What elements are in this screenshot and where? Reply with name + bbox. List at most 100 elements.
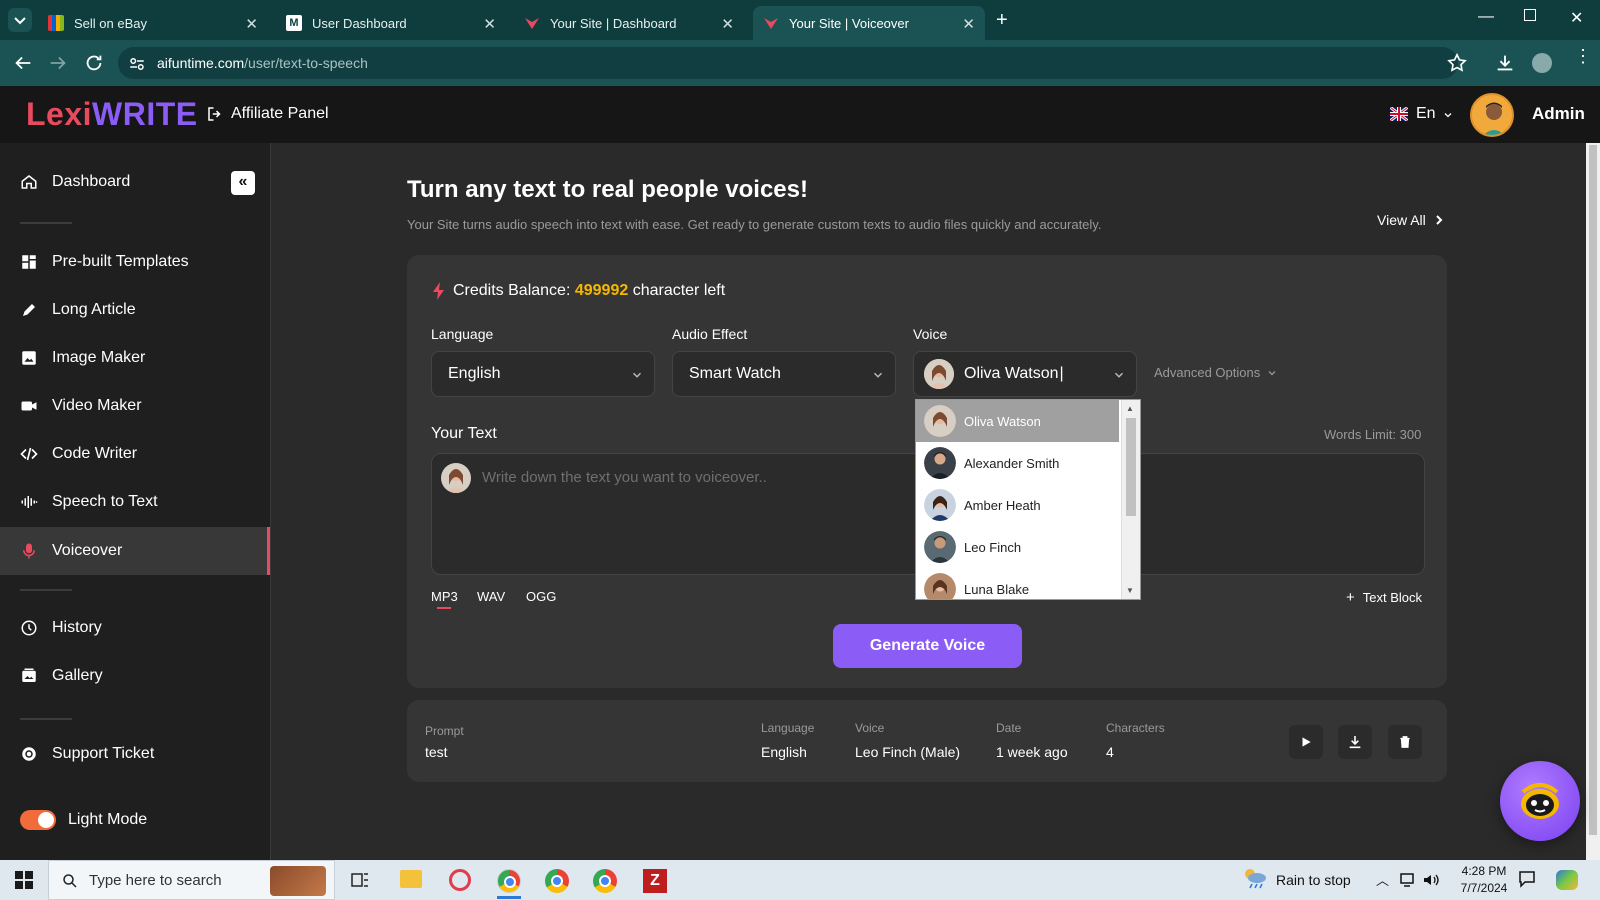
voice-option[interactable]: Amber Heath [916, 484, 1119, 526]
chevron-down-icon [1114, 372, 1124, 378]
browser-tab-active[interactable]: Your Site | Voiceover ✕ [753, 6, 985, 40]
voice-label: Voice [913, 326, 948, 342]
download-button[interactable] [1338, 725, 1372, 759]
robot-icon [1521, 783, 1559, 819]
format-tab-wav[interactable]: WAV [477, 589, 505, 604]
downloads-icon[interactable] [1494, 52, 1516, 74]
tab-search-button[interactable] [8, 8, 32, 32]
logout-icon [208, 107, 221, 121]
light-mode-toggle[interactable] [20, 810, 56, 830]
delete-button[interactable] [1388, 725, 1422, 759]
text-placeholder: Write down the text you want to voiceove… [482, 469, 767, 486]
collapse-sidebar-button[interactable]: « [231, 171, 255, 195]
close-window-icon[interactable]: ✕ [1570, 8, 1583, 28]
filezilla-icon[interactable]: Z [643, 869, 667, 893]
close-tab-icon[interactable]: ✕ [245, 15, 258, 33]
sidebar-item-image-maker[interactable]: Image Maker [0, 335, 270, 381]
back-arrow-icon[interactable] [12, 52, 34, 74]
sidebar-item-history[interactable]: History [0, 605, 270, 651]
sidebar-item-long-article[interactable]: Long Article [0, 287, 270, 333]
restore-window-icon[interactable] [1524, 9, 1536, 21]
voice-option[interactable]: Leo Finch [916, 526, 1119, 568]
app-logo[interactable]: LexiWRITE [26, 96, 198, 133]
history-voice-label: Voice [855, 721, 885, 735]
sidebar-item-label: Image Maker [52, 349, 146, 366]
tray-chevron-up-icon[interactable]: ︿ [1376, 870, 1389, 889]
close-tab-icon[interactable]: ✕ [721, 15, 734, 33]
sidebar-item-label: Pre-built Templates [52, 253, 189, 270]
voice-option[interactable]: Oliva Watson [916, 400, 1119, 442]
language-select[interactable]: English [431, 351, 655, 397]
format-tab-mp3[interactable]: MP3 [431, 589, 458, 604]
user-name[interactable]: Admin [1532, 104, 1585, 124]
advanced-options-toggle[interactable]: Advanced Options [1154, 365, 1278, 380]
text-voice-avatar [441, 463, 471, 493]
sidebar-item-label: Video Maker [52, 397, 142, 414]
sidebar-item-dashboard[interactable]: Dashboard [0, 159, 240, 205]
new-tab-button[interactable]: + [996, 9, 1008, 32]
download-icon [1349, 736, 1361, 749]
chrome-icon[interactable] [497, 869, 521, 893]
sidebar-item-support-ticket[interactable]: Support Ticket [0, 731, 270, 777]
reload-icon[interactable] [83, 52, 105, 74]
profile-avatar-icon[interactable] [1532, 53, 1552, 73]
copilot-icon[interactable] [1556, 870, 1578, 890]
sidebar-divider [20, 589, 72, 591]
gallery-icon [22, 668, 36, 682]
chrome-icon[interactable] [545, 869, 569, 893]
volume-icon[interactable] [1422, 872, 1440, 888]
affiliate-panel-link[interactable]: Affiliate Panel [231, 105, 329, 123]
history-date-label: Date [996, 721, 1022, 735]
view-all-link[interactable]: View All [1377, 212, 1444, 228]
browser-tab[interactable]: Your Site | Dashboard ✕ [514, 6, 744, 40]
audio-effect-select[interactable]: Smart Watch [672, 351, 896, 397]
site-info-icon[interactable] [128, 55, 146, 73]
voice-option[interactable]: Luna Blake [916, 568, 1119, 599]
history-characters-value: 4 [1106, 744, 1114, 760]
dashboard-favicon-icon: M [286, 15, 302, 31]
sidebar-divider [20, 222, 72, 224]
minimize-window-icon[interactable]: — [1478, 8, 1494, 26]
taskbar-search-box[interactable]: Type here to search [48, 860, 335, 900]
url-text: aifuntime.com/user/text-to-speech [157, 55, 368, 71]
voice-avatar [924, 531, 956, 563]
network-icon[interactable] [1398, 872, 1416, 888]
weather-rain-icon[interactable] [1242, 866, 1268, 890]
notifications-icon[interactable] [1518, 870, 1536, 888]
browser-tab[interactable]: Sell on eBay ✕ [38, 6, 268, 40]
browser-menu-icon[interactable]: ⋮ [1574, 47, 1592, 65]
file-explorer-icon[interactable] [400, 870, 422, 888]
weather-text[interactable]: Rain to stop [1276, 872, 1351, 888]
sidebar-item-speech-to-text[interactable]: Speech to Text [0, 479, 270, 525]
sidebar-item-video-maker[interactable]: Video Maker [0, 383, 270, 429]
format-tab-ogg[interactable]: OGG [526, 589, 556, 604]
sidebar-item-voiceover[interactable]: Voiceover [0, 527, 270, 575]
chevron-down-icon [1444, 113, 1452, 118]
forward-arrow-icon[interactable] [47, 52, 69, 74]
language-switcher[interactable]: En [1416, 105, 1436, 123]
task-view-icon[interactable] [350, 870, 370, 890]
generate-voice-button[interactable]: Generate Voice [833, 624, 1022, 668]
sidebar-item-gallery[interactable]: Gallery [0, 653, 270, 699]
app-taskbar-icon[interactable] [449, 869, 471, 891]
sidebar-item-code-writer[interactable]: Code Writer [0, 431, 270, 477]
page-scrollbar[interactable] [1586, 143, 1600, 860]
clock[interactable]: 4:28 PM 7/7/2024 [1452, 864, 1516, 895]
close-tab-icon[interactable]: ✕ [483, 15, 496, 33]
play-button[interactable] [1289, 725, 1323, 759]
voice-option[interactable]: Alexander Smith [916, 442, 1119, 484]
voice-dropdown-list[interactable]: Oliva Watson Alexander Smith Amber Heath… [915, 399, 1141, 600]
voice-select[interactable]: Oliva Watson | [913, 351, 1137, 397]
chrome-icon[interactable] [593, 869, 617, 893]
bookmark-star-icon[interactable] [1446, 52, 1468, 74]
add-text-block-button[interactable]: + Text Block [1346, 589, 1422, 606]
chatbot-launcher-button[interactable] [1500, 761, 1580, 841]
windows-start-icon[interactable] [15, 871, 33, 889]
plus-icon: + [1346, 589, 1355, 606]
history-language-value: English [761, 744, 807, 760]
dropdown-scrollbar[interactable]: ▲ ▼ [1121, 400, 1140, 599]
sidebar-item-prebuilt-templates[interactable]: Pre-built Templates [0, 239, 270, 285]
close-tab-icon[interactable]: ✕ [962, 15, 975, 33]
user-avatar[interactable] [1470, 93, 1514, 137]
browser-tab[interactable]: M User Dashboard ✕ [276, 6, 506, 40]
